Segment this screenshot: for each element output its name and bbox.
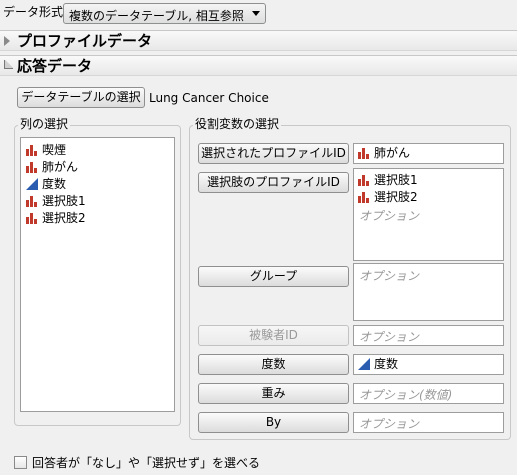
selected-profile-id-box[interactable]: 肺がん — [353, 143, 504, 164]
by-placeholder: オプション — [359, 417, 420, 431]
data-format-dropdown[interactable]: 複数のデータテーブル, 相互参照 — [63, 3, 266, 24]
nominal-icon — [26, 145, 37, 156]
role-item-choice1[interactable]: 選択肢1 — [358, 172, 418, 188]
subject-id-button[interactable]: 被験者ID — [198, 325, 349, 346]
role-select-caption: 役割変数の選択 — [193, 117, 282, 131]
selected-profile-id-button[interactable]: 選択されたプロファイルID — [198, 143, 349, 164]
subject-id-box[interactable]: オプション — [353, 325, 504, 346]
nominal-icon — [358, 192, 369, 203]
role-item-label: 肺がん — [374, 146, 411, 160]
choice-profile-id-box[interactable]: 選択肢1 選択肢2 オプション — [353, 168, 504, 261]
list-item-label: 喫煙 — [42, 143, 67, 157]
role-item-freq[interactable]: 度数 — [358, 356, 398, 372]
disclosure-open-icon[interactable] — [4, 60, 13, 69]
none-choice-checkbox[interactable] — [14, 456, 27, 469]
list-item-label: 肺がん — [42, 160, 79, 174]
nominal-icon — [26, 162, 37, 173]
column-item-smoking[interactable]: 喫煙 — [26, 142, 66, 158]
response-data-outline[interactable]: 応答データ — [0, 55, 517, 76]
column-item-choice2[interactable]: 選択肢2 — [26, 210, 86, 226]
disclosure-closed-icon[interactable] — [4, 36, 10, 46]
none-choice-label[interactable]: 回答者が「なし」や「選択せず」を選べる — [32, 456, 260, 470]
nominal-icon — [358, 148, 369, 159]
role-item-choice2[interactable]: 選択肢2 — [358, 189, 418, 205]
choice-profile-id-placeholder: オプション — [359, 209, 420, 223]
nominal-icon — [26, 196, 37, 207]
column-item-freq[interactable]: 度数 — [26, 176, 66, 192]
data-format-label: データ形式 — [3, 5, 64, 19]
role-item-label: 選択肢1 — [374, 173, 418, 187]
response-table-name: Lung Cancer Choice — [149, 91, 269, 105]
column-select-caption: 列の選択 — [18, 117, 71, 131]
select-data-table-button[interactable]: データテーブルの選択 — [17, 87, 145, 108]
group-box[interactable]: オプション — [353, 263, 504, 321]
by-button[interactable]: By — [198, 412, 349, 433]
group-placeholder: オプション — [359, 269, 420, 283]
role-item-label: 度数 — [374, 357, 399, 371]
weight-box[interactable]: オプション(数値) — [353, 383, 504, 404]
group-button[interactable]: グループ — [198, 266, 349, 287]
response-data-title: 応答データ — [17, 57, 93, 75]
column-list[interactable]: 喫煙 肺がん 度数 選択肢1 選択肢2 — [20, 137, 175, 412]
chevron-down-icon — [252, 11, 260, 16]
weight-button[interactable]: 重み — [198, 383, 349, 404]
subject-id-placeholder: オプション — [359, 330, 420, 344]
data-format-value: 複数のデータテーブル, 相互参照 — [69, 9, 244, 23]
freq-button[interactable]: 度数 — [198, 354, 349, 375]
freq-box[interactable]: 度数 — [353, 354, 504, 375]
nominal-icon — [26, 213, 37, 224]
column-item-lung-cancer[interactable]: 肺がん — [26, 159, 78, 175]
weight-placeholder: オプション(数値) — [359, 388, 453, 402]
continuous-icon — [358, 358, 370, 370]
nominal-icon — [358, 175, 369, 186]
list-item-label: 選択肢2 — [42, 211, 86, 225]
profile-data-title: プロファイルデータ — [17, 32, 153, 50]
role-item-lung-cancer[interactable]: 肺がん — [358, 145, 410, 161]
choice-profile-id-button[interactable]: 選択肢のプロファイルID — [198, 172, 349, 193]
by-box[interactable]: オプション — [353, 412, 504, 433]
continuous-icon — [26, 178, 38, 190]
list-item-label: 選択肢1 — [42, 194, 86, 208]
list-item-label: 度数 — [42, 177, 67, 191]
profile-data-outline[interactable]: プロファイルデータ — [0, 30, 517, 51]
role-item-label: 選択肢2 — [374, 190, 418, 204]
column-item-choice1[interactable]: 選択肢1 — [26, 193, 86, 209]
